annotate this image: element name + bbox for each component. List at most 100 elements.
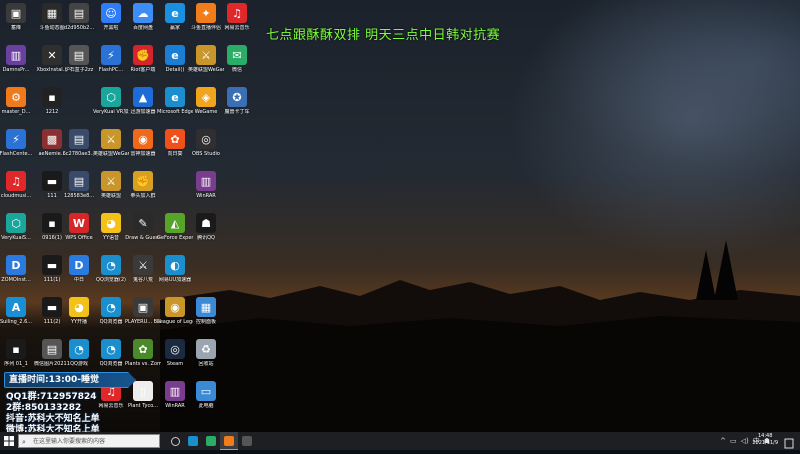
desktop-icon-label: QQ浏览器(2) [96, 277, 126, 283]
taskbar-app-wechat[interactable] [202, 432, 220, 450]
desktop-icon[interactable]: ▭ 此电脑 [188, 381, 224, 409]
desktop-icon[interactable]: ✊ Riot客户端 [125, 45, 161, 73]
taskbar-app-edge[interactable] [184, 432, 202, 450]
desktop-icon[interactable]: ☁ 百度网盘 [125, 3, 161, 31]
app-icon: ✊ [133, 45, 153, 65]
app-icon: ✊ [133, 171, 153, 191]
desktop-icon[interactable]: ✿ Plants vs. Zombies G... [125, 339, 161, 367]
app-icon: ▪ [6, 339, 26, 359]
desktop-icon[interactable]: D ZOMOInst... [0, 255, 34, 283]
desktop-icon[interactable]: ◔ QQ浏览器 [93, 297, 129, 325]
desktop-icon[interactable]: ✪ 魔兽卡丁车 [219, 87, 255, 115]
desktop-icon-label: FlashCente... [0, 151, 33, 157]
desktop-icon[interactable]: ▣ PLAYERU... BATTLEGR... [125, 297, 161, 325]
desktop-icon[interactable]: ⚙ master_D... [0, 87, 34, 115]
desktop-icon[interactable]: ⚡ FlashPC... [93, 45, 129, 73]
app-icon: ◕ [69, 297, 89, 317]
desktop-icon[interactable]: ◉ 雷神加速器 [125, 129, 161, 157]
app-icon: ⬡ [6, 213, 26, 233]
desktop-icon[interactable]: ☗ 腾讯QQ [188, 213, 224, 241]
desktop-icon-label: QQ游戏 [70, 361, 88, 367]
app-icon: ⚔ [133, 255, 153, 275]
desktop-icon-label: 百度网盘 [132, 25, 153, 31]
taskbar: ⌕ 在这里输入你要搜索的内容 ^ ▭ ◁) 中 ☗ 14:48 2021/11/… [0, 432, 800, 450]
desktop-icon[interactable]: ⚔ 英雄联盟 [93, 171, 129, 199]
desktop-icon[interactable]: ◔ QQ浏览器 [93, 339, 129, 367]
desktop-icon[interactable]: ⚔ 英雄联盟WeGame版 [93, 129, 129, 157]
notification-center-button[interactable] [784, 435, 794, 449]
desktop-icon[interactable]: ◎ OBS Studio [188, 129, 224, 157]
desktop-icon[interactable]: ✉ 微信 [219, 45, 255, 73]
desktop-icon[interactable]: ♫ 网易云音乐 [219, 3, 255, 31]
desktop-icon[interactable]: ▲ 迅游加速器 [125, 87, 161, 115]
desktop-icon[interactable]: ◐ 网易UU加速器 [157, 255, 193, 283]
app-icon: ⚔ [101, 129, 121, 149]
desktop-icon[interactable]: W WPS Office [61, 213, 97, 241]
desktop-icon-label: YY语音 [102, 235, 120, 241]
app-icon: ▤ [69, 171, 89, 191]
desktop-icon-label: 6c2780ae3... [62, 151, 96, 157]
volume-icon[interactable]: ◁) [741, 437, 749, 445]
desktop-icon[interactable]: ▣ 蓄降 [0, 3, 34, 31]
app-icon: ⚔ [101, 171, 121, 191]
desktop-icon-label: 微信 [231, 67, 242, 73]
desktop-icon[interactable]: ▤ 6c2780ae3... [61, 129, 97, 157]
app-icon: ▣ [6, 3, 26, 23]
taskbar-app-task-view[interactable] [166, 432, 184, 450]
network-icon[interactable]: ▭ [730, 437, 737, 445]
desktop-icon[interactable]: ▤ 炉石盒子2zz [61, 45, 97, 73]
desktop-icon[interactable]: D 中日 [61, 255, 97, 283]
taskbar-app-obs[interactable] [238, 432, 256, 450]
clock-time: 14:48 [757, 433, 773, 439]
desktop-icon[interactable]: ▤ 128583e8... [61, 171, 97, 199]
desktop-icon[interactable]: ◕ YY语音 [93, 213, 129, 241]
desktop-icon[interactable]: ◔ QQ游戏 [61, 339, 97, 367]
desktop-icon[interactable]: ▥ WinRAR [188, 171, 224, 199]
obs-icon [242, 436, 252, 446]
desktop-icon[interactable]: ▥ DamnsPr... [0, 45, 34, 73]
app-icon: D [6, 255, 26, 275]
edge-icon [188, 436, 198, 446]
desktop-icon[interactable]: ♫ cloudmusi... [0, 171, 34, 199]
windows-logo-icon [4, 436, 14, 446]
taskbar-search-input[interactable]: ⌕ 在这里输入你要搜索的内容 [18, 434, 160, 448]
desktop-icon[interactable]: ✊ 拳头加入群 [125, 171, 161, 199]
taskbar-clock[interactable]: 14:48 2021/11/9 [752, 433, 778, 447]
app-icon: ◔ [69, 339, 89, 359]
search-icon: ⌕ [22, 438, 26, 446]
app-icon: A [6, 297, 26, 317]
desktop-icon-label: 英雄联盟WeGame版 [93, 151, 129, 157]
desktop-icon-label: 开黑啦 [103, 25, 119, 31]
search-placeholder: 在这里输入你要搜索的内容 [33, 438, 106, 445]
desktop-icon-label: Plants vs. Zombies G... [125, 361, 161, 367]
desktop-icon-label: Suiling_2.6... [0, 319, 33, 325]
stream-overlay-title: 七点跟酥酥双排 明天三点中日韩对抗赛 [266, 28, 501, 43]
app-icon: ☗ [196, 213, 216, 233]
taskbar-app-douyu[interactable] [220, 432, 238, 450]
desktop-icon[interactable]: ☺ 开黑啦 [93, 3, 129, 31]
desktop-icon[interactable]: ▦ 控制面板 [188, 297, 224, 325]
app-icon: ▪ [42, 87, 62, 107]
chevron-up-icon[interactable]: ^ [720, 437, 726, 445]
app-icon: ▤ [42, 339, 62, 359]
desktop-icon[interactable]: ▪ 1212 [34, 87, 70, 115]
desktop-icon-label: 炉石盒子2zz [64, 67, 94, 73]
desktop-icon[interactable]: ✎ Draw & Guess [125, 213, 161, 241]
app-icon: ▲ [133, 87, 153, 107]
start-button[interactable] [0, 432, 18, 450]
desktop-icon[interactable]: ⚡ FlashCente... [0, 129, 34, 157]
desktop-icon-label: 英雄联盟 [100, 193, 121, 199]
desktop-icon[interactable]: ▤ d2d950b2... [61, 3, 97, 31]
desktop-icon[interactable]: ⬡ VeryKuaiS... [0, 213, 34, 241]
stream-time-banner: 直播时间:13:00-睡觉 [4, 372, 136, 388]
desktop-icon-label: QQ浏览器 [99, 361, 123, 367]
desktop-icon[interactable]: ♻ 回收站 [188, 339, 224, 367]
desktop-icon[interactable]: ◔ QQ浏览器(2) [93, 255, 129, 283]
desktop-icon[interactable]: ▪ 序列 01_1 [0, 339, 34, 367]
desktop-icon[interactable]: A Suiling_2.6... [0, 297, 34, 325]
desktop-icon[interactable]: ⬡ VeryKuai VR加速器 [93, 87, 129, 115]
app-icon: ▥ [6, 45, 26, 65]
desktop-icon[interactable]: ◕ YY开播 [61, 297, 97, 325]
desktop-icon[interactable]: ⚔ 鬼谷八荒 [125, 255, 161, 283]
desktop-icon-label: 迅游加速器 [130, 109, 156, 115]
